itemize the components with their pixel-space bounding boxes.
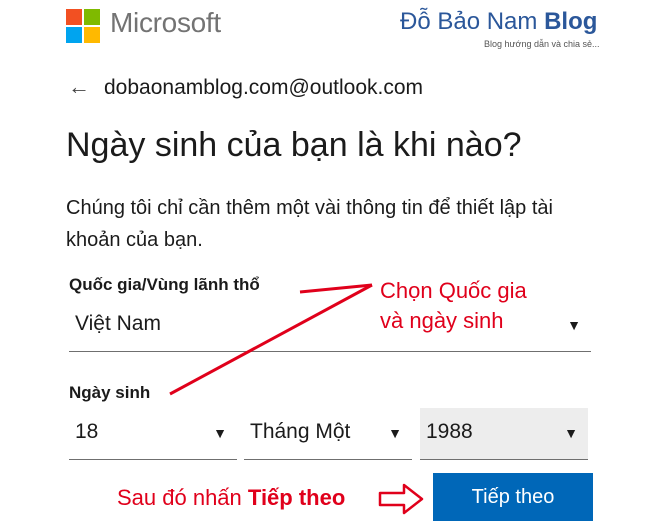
annotation-choose-country: Chọn Quốc gia [380, 278, 527, 303]
country-value: Việt Nam [75, 312, 161, 335]
blog-title-bold: Blog [544, 8, 598, 35]
annotation-bottom-prefix: Sau đó nhấn [117, 485, 248, 510]
next-button[interactable]: Tiếp theo [433, 473, 593, 521]
blog-title-regular: Đỗ Bảo Nam [400, 8, 545, 35]
month-value: Tháng Một [250, 420, 351, 443]
day-value: 18 [75, 420, 99, 443]
year-value: 1988 [426, 420, 473, 443]
day-select[interactable]: 18 ▼ [69, 408, 237, 460]
month-select[interactable]: Tháng Một ▼ [244, 408, 412, 460]
microsoft-logo-icon [66, 9, 100, 43]
annotation-and-birthdate: và ngày sinh [380, 308, 504, 333]
year-select[interactable]: 1988 ▼ [420, 408, 588, 460]
chevron-down-icon: ▼ [564, 425, 578, 441]
annotation-bottom-bold: Tiếp theo [247, 485, 346, 510]
chevron-down-icon: ▼ [567, 317, 581, 333]
country-select[interactable]: Việt Nam ▼ [69, 300, 591, 352]
birthdate-label: Ngày sinh [69, 383, 151, 402]
page-description: Chúng tôi chỉ cần thêm một vài thông tin… [66, 197, 553, 251]
annotation-then-click-next: Sau đó nhấn Tiếp theo [117, 485, 345, 511]
right-arrow-icon [378, 483, 424, 515]
back-arrow-icon[interactable]: ← [68, 74, 90, 100]
account-email: dobaonamblog.com@outlook.com [104, 76, 423, 99]
chevron-down-icon: ▼ [388, 425, 402, 441]
country-label: Quốc gia/Vùng lãnh thổ [69, 275, 260, 294]
annotation-line-country [299, 283, 373, 294]
blog-tagline: Blog hướng dẫn và chia sẻ... [484, 39, 600, 49]
page-title: Ngày sinh của bạn là khi nào? [66, 126, 522, 164]
blog-watermark-title: Đỗ Bảo Nam Blog [400, 8, 597, 36]
chevron-down-icon: ▼ [213, 425, 227, 441]
brand-name: Microsoft [110, 7, 221, 38]
